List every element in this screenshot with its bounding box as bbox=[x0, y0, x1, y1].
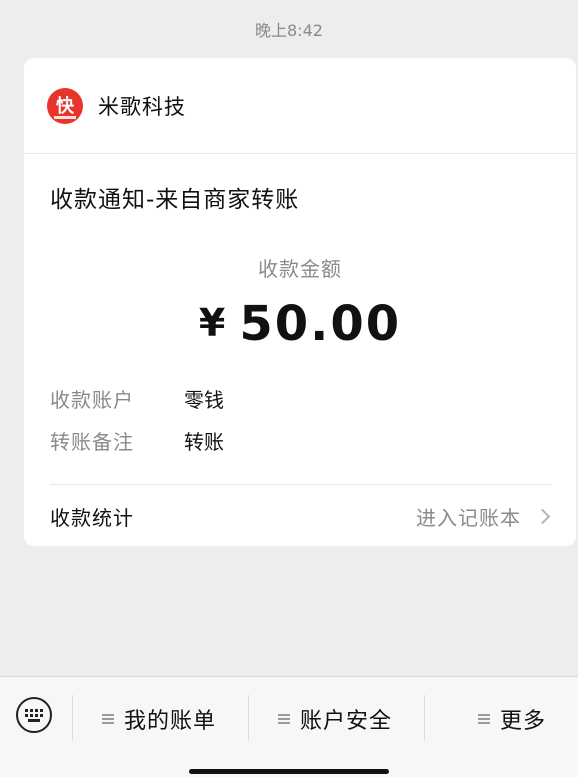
detail-row-remark: 转账备注 转账 bbox=[50, 426, 224, 455]
chat-page: 晚上8:42 快 米歌科技 收款通知-来自商家转账 收款金额 ¥50.00 收款… bbox=[0, 0, 578, 777]
detail-value: 转账 bbox=[184, 430, 224, 454]
menu-more[interactable]: 更多 bbox=[478, 703, 546, 735]
menu-label: 账户安全 bbox=[300, 709, 393, 734]
currency-symbol: ¥ bbox=[198, 301, 228, 345]
stats-label: 收款统计 bbox=[50, 505, 134, 530]
card-header[interactable]: 快 米歌科技 bbox=[24, 58, 576, 154]
brand-logo-icon: 快 bbox=[46, 87, 84, 125]
amount-label: 收款金额 bbox=[258, 257, 342, 281]
stats-row[interactable]: 收款统计 进入记账本 bbox=[50, 484, 552, 546]
detail-key: 收款账户 bbox=[50, 388, 134, 412]
amount-value: ¥50.00 bbox=[24, 296, 576, 352]
menu-divider bbox=[248, 695, 249, 741]
detail-key: 转账备注 bbox=[50, 430, 134, 454]
bottom-menu-bar: 我的账单 账户安全 更多 bbox=[0, 676, 578, 777]
logo-text: 快 bbox=[56, 95, 75, 117]
detail-row-account: 收款账户 零钱 bbox=[50, 384, 224, 413]
menu-list-icon bbox=[478, 714, 490, 724]
menu-divider bbox=[424, 695, 425, 741]
message-timestamp: 晚上8:42 bbox=[255, 21, 323, 40]
keyboard-toggle-button[interactable] bbox=[16, 697, 52, 733]
detail-value: 零钱 bbox=[184, 388, 224, 412]
menu-list-icon bbox=[278, 714, 290, 724]
menu-list-icon bbox=[102, 714, 114, 724]
menu-label: 我的账单 bbox=[124, 709, 217, 734]
chevron-right-icon bbox=[534, 508, 551, 524]
menu-my-bills[interactable]: 我的账单 bbox=[102, 703, 216, 735]
home-indicator[interactable] bbox=[189, 769, 389, 774]
amount-number: 50.00 bbox=[239, 296, 402, 352]
ledger-link-label: 进入记账本 bbox=[416, 505, 521, 530]
menu-account-security[interactable]: 账户安全 bbox=[278, 703, 392, 735]
menu-label: 更多 bbox=[500, 709, 547, 734]
keyboard-icon bbox=[25, 709, 43, 722]
menu-divider bbox=[72, 695, 73, 741]
notice-title: 收款通知-来自商家转账 bbox=[50, 187, 300, 213]
brand-name: 米歌科技 bbox=[98, 94, 186, 119]
ledger-link[interactable]: 进入记账本 bbox=[416, 502, 552, 531]
payment-notice-card[interactable]: 快 米歌科技 收款通知-来自商家转账 收款金额 ¥50.00 收款账户 零钱 转… bbox=[24, 58, 576, 546]
